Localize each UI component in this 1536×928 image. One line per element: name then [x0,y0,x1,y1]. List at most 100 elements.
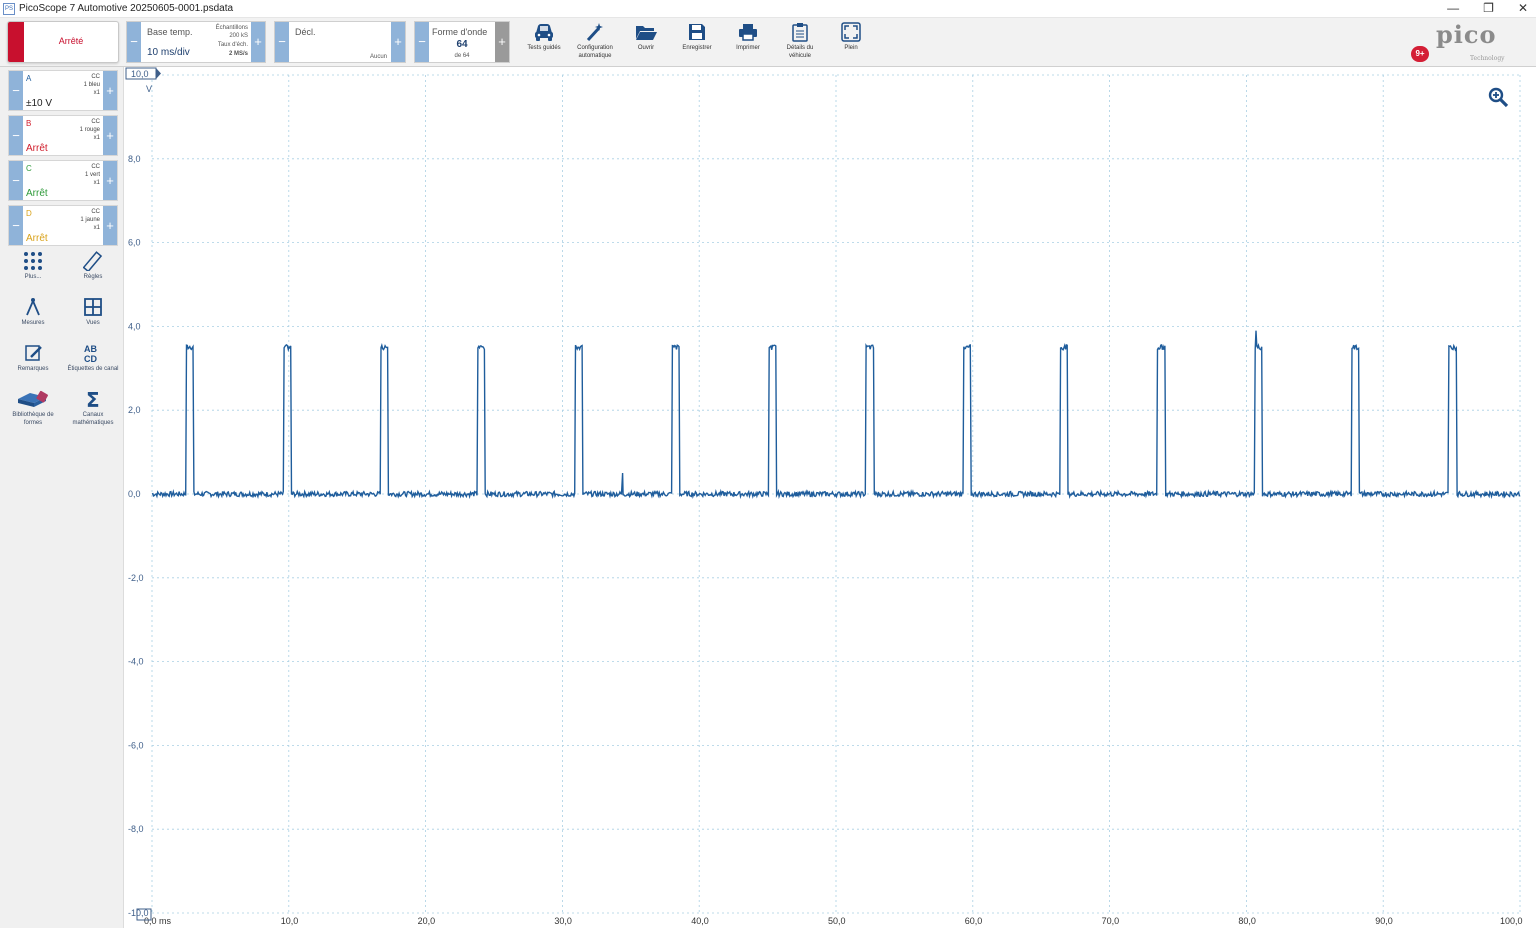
save-button[interactable]: Enregistrer [672,22,722,64]
vehicle-details-label: Détails du véhicule [786,45,814,59]
y-tick-label: 0,0 [128,489,141,499]
timebase-value[interactable]: 10 ms/div [147,47,190,58]
timebase-rate-label: Taux d'éch. [217,42,248,48]
clipboard-icon [775,22,825,42]
channel-a-panel[interactable]: − A ±10 V CC 1 bleu x1 + [8,70,118,111]
zoom-in-icon[interactable] [1488,87,1510,109]
svg-text:Σ: Σ [86,389,100,409]
open-label: Ouvrir [637,45,655,51]
scope-view[interactable]: 8,0 6,0 4,0 2,0 0,0 -2,0 -4,0 -6,0 -8,0 -10,0 10,0… [124,67,1536,928]
print-label: Imprimer [736,45,760,51]
channel-range-increase-button[interactable]: + [103,161,117,200]
fullscreen-label: Plein [844,45,858,51]
auto-setup-label: Configuration automatique [577,45,613,59]
ruler-icon [66,251,120,271]
car-icon [519,22,569,42]
channel-range-increase-button[interactable]: + [103,116,117,155]
y-tick-label: 2,0 [128,405,141,415]
x-tick-label: 90,0 [1375,916,1393,926]
channel-settings[interactable]: CC 1 rouge x1 [80,118,100,142]
channel-range-increase-button[interactable]: + [103,71,117,110]
channel-scale: x1 [93,90,100,96]
tool-label: Étiquettes de canal [67,366,119,372]
save-label: Enregistrer [682,45,712,51]
timebase-samples[interactable]: 200 kS [229,32,248,40]
channel-scale: x1 [93,180,100,186]
waveform-control: − Forme d'onde 64 de 64 + [414,21,510,63]
auto-setup-button[interactable]: Configuration automatique [570,22,620,64]
channel-range[interactable]: Arrêt [26,143,48,154]
channel-range-decrease-button[interactable]: − [9,161,23,200]
title-bar: PS PicoScope 7 Automotive 20250605-0001.… [0,0,1536,18]
waveform-next-button[interactable]: + [495,22,509,62]
channel-range-decrease-button[interactable]: − [9,206,23,245]
trigger-decrease-button[interactable]: − [275,22,289,62]
run-stop-button[interactable]: Arrêté [7,21,119,63]
tool-ruler-button[interactable]: Règles [66,251,120,281]
window-title: PicoScope 7 Automotive 20250605-0001.psd… [19,3,234,14]
x-tick-label: 30,0 [554,916,572,926]
channel-probe: 1 jaune [80,217,100,223]
close-button[interactable]: ✕ [1518,0,1528,16]
channel-coupling: CC [91,209,100,215]
tool-library-button[interactable]: Bibliothèque de formes [6,389,60,427]
channel-c-panel[interactable]: − C Arrêt CC 1 vert x1 + [8,160,118,201]
x-tick-label: 100,0 [1500,916,1523,926]
app-icon: PS [3,2,15,15]
tool-label: Vues [86,320,100,326]
channel-range[interactable]: Arrêt [26,188,48,199]
restore-button[interactable]: ❐ [1483,0,1494,16]
channel-name: A [26,74,32,83]
y-tick-label: 4,0 [128,321,141,331]
x-tick-label: 0,0 ms [144,916,172,926]
open-button[interactable]: Ouvrir [621,22,671,64]
channel-range-decrease-button[interactable]: − [9,116,23,155]
tool-sigma-button[interactable]: Σ Canaux mathématiques [66,389,120,427]
print-button[interactable]: Imprimer [723,22,773,64]
tool-abcd-button[interactable]: AB CD Étiquettes de canal [66,343,120,373]
tool-note-button[interactable]: Remarques [6,343,60,373]
print-icon [723,22,773,42]
channel-range-increase-button[interactable]: + [103,206,117,245]
channel-coupling: CC [91,74,100,80]
tool-compass-button[interactable]: Mesures [6,297,60,327]
trigger-mode[interactable]: Aucun [370,54,387,60]
y-tick-label: -6,0 [128,740,144,750]
abcd-icon: AB CD [66,343,120,363]
channel-d-panel[interactable]: − D Arrêt CC 1 jaune x1 + [8,205,118,246]
channel-settings[interactable]: CC 1 jaune x1 [80,208,100,232]
tool-label: Mesures [21,320,45,326]
toolbar: Arrêté − Base temp. 10 ms/div Échantillo… [0,18,1536,67]
channel-range[interactable]: Arrêt [26,233,48,244]
notification-badge[interactable]: 9+ [1411,46,1429,62]
compass-icon [6,297,60,317]
waveform-prev-button[interactable]: − [415,22,429,62]
vehicle-details-button[interactable]: Détails du véhicule [775,22,825,64]
channel-name: C [26,164,32,173]
channel-name: B [26,119,32,128]
channel-scale: x1 [93,225,100,231]
channel-coupling: CC [91,164,100,170]
save-icon [672,22,722,42]
tool-views-grid-button[interactable]: Vues [66,297,120,327]
stop-indicator [8,22,24,62]
channel-b-panel[interactable]: − B Arrêt CC 1 rouge x1 + [8,115,118,156]
channel-settings[interactable]: CC 1 bleu x1 [84,73,100,97]
guided-tests-button[interactable]: Tests guidés [519,22,569,64]
channel-range-decrease-button[interactable]: − [9,71,23,110]
timebase-rate[interactable]: 2 MS/s [229,50,248,58]
fullscreen-button[interactable]: Plein [826,22,876,64]
channel-range[interactable]: ±10 V [26,98,52,109]
tool-grid-dots-button[interactable]: Plus... [6,251,60,281]
scope-plot[interactable]: 8,06,04,02,00,0-2,0-4,0-6,0-8,0-10,010,0… [124,67,1536,928]
x-tick-label: 80,0 [1238,916,1256,926]
wand-icon [570,22,620,42]
x-tick-label: 20,0 [418,916,436,926]
channel-settings[interactable]: CC 1 vert x1 [85,163,100,187]
minimize-button[interactable]: — [1447,0,1459,16]
timebase-decrease-button[interactable]: − [127,22,141,62]
timebase-increase-button[interactable]: + [251,22,265,62]
trigger-increase-button[interactable]: + [391,22,405,62]
y-tick-label: 6,0 [128,238,141,248]
waveform-current[interactable]: 64 [429,39,495,50]
